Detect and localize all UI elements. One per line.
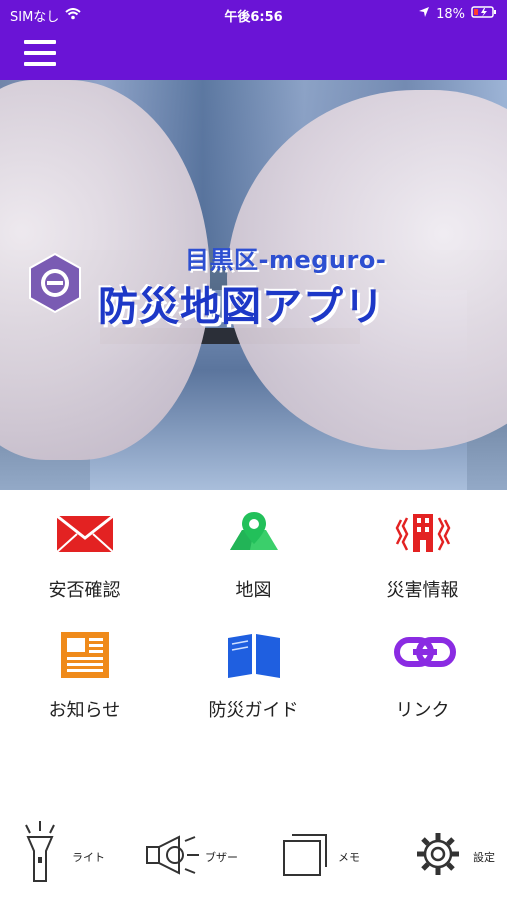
buzzer-icon	[145, 835, 201, 879]
menu-label: 地図	[235, 580, 272, 601]
map-pin-icon	[224, 510, 284, 556]
menu-label: お知らせ	[48, 700, 121, 721]
tab-memo[interactable]: メモ	[280, 815, 390, 885]
tab-label: ライト	[72, 851, 105, 864]
gear-icon	[415, 831, 461, 881]
tab-buzzer[interactable]: ブザー	[145, 815, 255, 885]
tab-label: 設定	[473, 851, 495, 864]
battery-icon	[471, 6, 497, 22]
link-icon	[393, 630, 456, 676]
menu-link[interactable]: リンク	[338, 610, 507, 721]
app-subtitle: 目黒区-meguro-	[185, 246, 387, 274]
menu-label: 安否確認	[48, 580, 121, 601]
status-bar: SIMなし 午後6:56 18%	[0, 0, 507, 28]
location-arrow-icon	[418, 6, 430, 22]
tab-label: メモ	[338, 851, 360, 864]
app-title: 防災地図アプリ	[98, 284, 385, 330]
status-right: 18%	[418, 6, 497, 22]
battery-text: 18%	[436, 6, 465, 22]
menu-disaster-info[interactable]: 災害情報	[338, 490, 507, 601]
tab-settings[interactable]: 設定	[415, 815, 507, 885]
menu-map[interactable]: 地図	[169, 490, 338, 601]
hamburger-menu-icon[interactable]	[24, 38, 56, 68]
menu-notice[interactable]: お知らせ	[0, 610, 169, 721]
book-icon	[224, 630, 284, 678]
menu-label: 防災ガイド	[208, 700, 299, 721]
building-alert-icon	[393, 510, 453, 556]
newspaper-icon	[55, 630, 115, 678]
menu-guide[interactable]: 防災ガイド	[169, 610, 338, 721]
menu-safety-check[interactable]: 安否確認	[0, 490, 169, 601]
meguro-emblem-icon	[24, 252, 86, 314]
hero-banner: 目黒区-meguro- 防災地図アプリ	[0, 80, 507, 490]
tab-label: ブザー	[205, 851, 238, 864]
menu-label: 災害情報	[386, 580, 459, 601]
bottom-toolbar: ライト ブザー メモ 設定	[0, 815, 507, 900]
envelope-icon	[55, 510, 115, 556]
flashlight-icon	[20, 821, 60, 891]
tab-light[interactable]: ライト	[20, 815, 130, 885]
menu-label: リンク	[395, 700, 450, 721]
memo-icon	[280, 831, 330, 881]
app-bar	[0, 28, 507, 80]
